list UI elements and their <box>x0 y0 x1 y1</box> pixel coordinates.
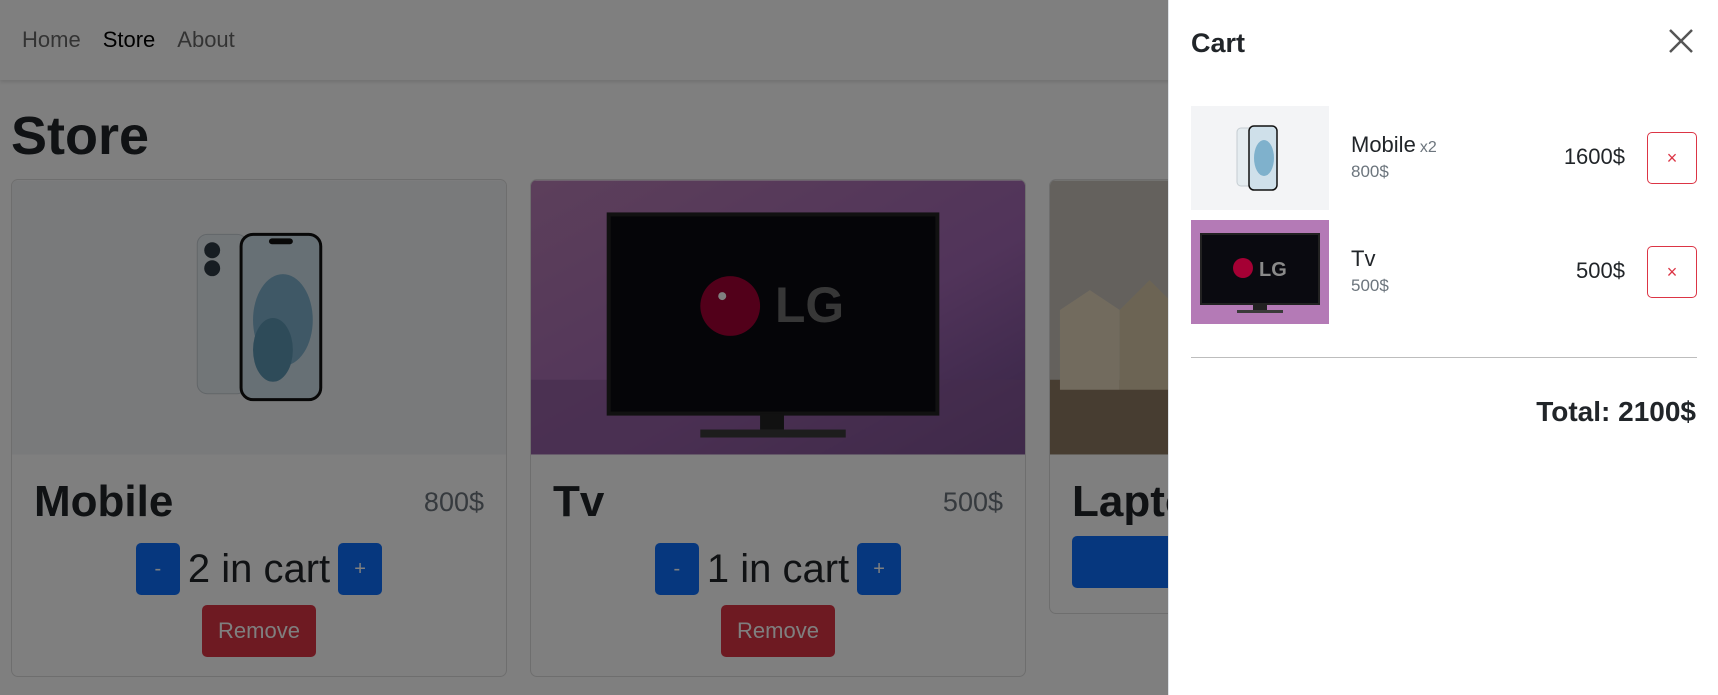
close-icon[interactable] <box>1666 26 1696 56</box>
cart-item-quantity: x2 <box>1419 139 1437 156</box>
cart-item-name: Mobile <box>1351 132 1416 157</box>
cart-total: Total: 2100$ <box>1536 396 1696 427</box>
mobile-thumbnail <box>1191 106 1329 210</box>
cart-item-line-total: 500$ <box>1576 258 1625 283</box>
cart-item: Mobile x2 800$ 1600$ × <box>1191 106 1697 210</box>
cart-item-unit-price: 500$ <box>1351 276 1389 295</box>
cart-item-remove-button[interactable]: × <box>1647 132 1697 184</box>
cart-item-info: Mobile x2 800$ <box>1351 132 1437 182</box>
cart-panel: Cart Mobile x2 800$ 1600$ × LG Tv 500$ 5… <box>1168 0 1718 695</box>
tv-thumbnail-logo: LG <box>1259 259 1287 281</box>
cart-item-unit-price: 800$ <box>1351 162 1389 181</box>
tv-thumbnail: LG <box>1191 220 1329 324</box>
cart-item-line-total: 1600$ <box>1563 144 1625 169</box>
cart-item-info: Tv 500$ <box>1351 246 1389 296</box>
cart-divider <box>1191 357 1697 358</box>
cart-title: Cart <box>1191 28 1246 58</box>
cart-item: LG Tv 500$ 500$ × <box>1191 220 1697 324</box>
cart-item-name: Tv <box>1351 246 1376 271</box>
cart-item-remove-button[interactable]: × <box>1647 246 1697 298</box>
